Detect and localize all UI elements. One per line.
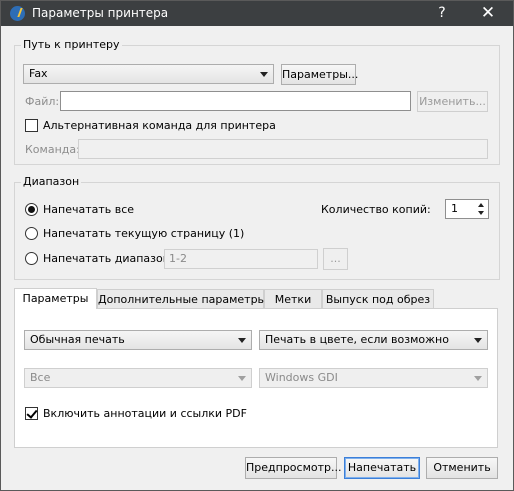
alt-command-checkbox[interactable] xyxy=(25,119,38,132)
tab-advanced-parameters[interactable]: Дополнительные параметры xyxy=(97,289,266,309)
printer-settings-dialog: Параметры принтера ? ✕ Путь к принтеру F… xyxy=(0,0,514,491)
print-current-page-label: Напечатать текущую страницу (1) xyxy=(43,227,245,240)
cancel-button[interactable]: Отменить xyxy=(426,457,498,479)
printer-path-group-title: Путь к принтеру xyxy=(21,38,122,51)
driver-select[interactable]: Windows GDI xyxy=(259,368,488,388)
printer-select-value: Fax xyxy=(29,67,48,80)
parameters-tab-panel: Обычная печать Печать в цвете, если возм… xyxy=(14,308,498,448)
range-group-title: Диапазон xyxy=(21,175,82,188)
print-range-label: Напечатать диапазон xyxy=(43,252,170,265)
spin-up-icon[interactable] xyxy=(475,201,487,209)
help-button[interactable]: ? xyxy=(431,3,453,24)
print-current-page-radio[interactable] xyxy=(25,227,38,240)
chevron-down-icon xyxy=(474,338,482,343)
tab-parameters[interactable]: Параметры xyxy=(14,288,97,309)
chevron-down-icon xyxy=(238,376,246,381)
chevron-down-icon xyxy=(474,376,482,381)
alt-command-label: Альтернативная команда для принтера xyxy=(43,119,276,132)
printer-select[interactable]: Fax xyxy=(23,64,274,84)
color-mode-value: Печать в цвете, если возможно xyxy=(265,333,449,346)
print-mode-value: Обычная печать xyxy=(30,333,125,346)
chevron-down-icon xyxy=(238,338,246,343)
window-title: Параметры принтера xyxy=(32,6,169,20)
range-field[interactable]: 1-2 xyxy=(164,249,318,269)
copies-value: 1 xyxy=(451,202,458,215)
app-logo-icon xyxy=(10,6,25,21)
pages-select[interactable]: Все xyxy=(24,368,252,388)
copies-stepper[interactable]: 1 xyxy=(445,199,489,219)
preview-button[interactable]: Предпросмотр... xyxy=(245,457,342,479)
print-all-radio[interactable] xyxy=(25,203,38,216)
print-all-label: Напечатать все xyxy=(43,203,135,216)
include-annotations-checkbox[interactable] xyxy=(25,407,38,420)
color-mode-select[interactable]: Печать в цвете, если возможно xyxy=(259,330,488,350)
spin-down-icon[interactable] xyxy=(475,209,487,217)
pages-value: Все xyxy=(30,371,51,384)
copies-label: Количество копий: xyxy=(321,203,431,216)
chevron-down-icon xyxy=(260,72,268,77)
file-label: Файл: xyxy=(25,95,60,108)
command-label: Команда: xyxy=(25,143,80,156)
printer-params-button[interactable]: Параметры... xyxy=(281,64,358,85)
close-button[interactable]: ✕ xyxy=(476,3,500,24)
print-button[interactable]: Напечатать xyxy=(344,457,420,479)
tab-bleed[interactable]: Выпуск под обрез xyxy=(322,289,434,309)
print-mode-select[interactable]: Обычная печать xyxy=(24,330,252,350)
change-file-button[interactable]: Изменить... xyxy=(417,91,488,112)
include-annotations-label: Включить аннотации и ссылки PDF xyxy=(43,407,247,420)
file-field[interactable] xyxy=(60,91,411,111)
driver-value: Windows GDI xyxy=(265,371,338,384)
tab-marks[interactable]: Метки xyxy=(264,289,322,309)
title-bar[interactable]: Параметры принтера ? ✕ xyxy=(1,1,513,26)
command-field[interactable] xyxy=(78,139,488,159)
range-picker-button[interactable]: ... xyxy=(323,248,348,270)
print-range-radio[interactable] xyxy=(25,252,38,265)
